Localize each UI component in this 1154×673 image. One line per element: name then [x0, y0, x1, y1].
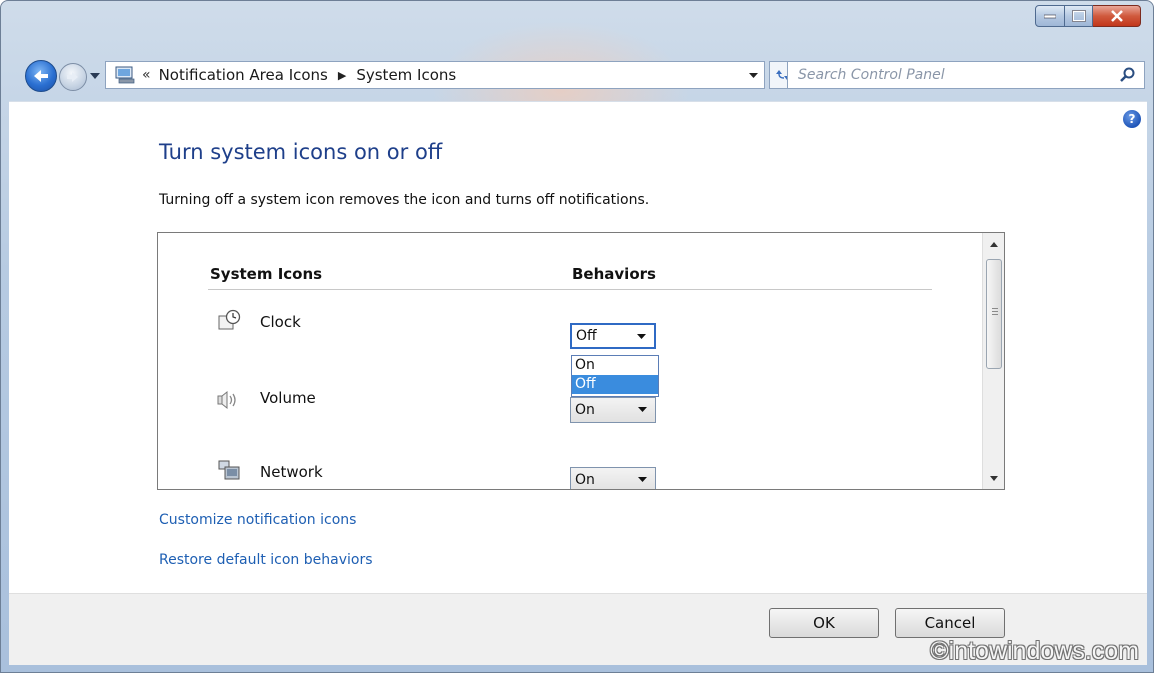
breadcrumb-item-system-icons[interactable]: System Icons — [356, 66, 456, 84]
volume-behavior-select[interactable]: On — [570, 397, 656, 423]
chevron-down-icon — [748, 72, 758, 78]
vertical-scrollbar[interactable] — [982, 233, 1004, 489]
breadcrumb-separator[interactable]: ▶ — [338, 69, 346, 82]
navigation-bar: « Notification Area Icons ▶ System Icons — [17, 59, 1145, 93]
search-input[interactable] — [798, 63, 1108, 87]
breadcrumb-item-notification-area-icons[interactable]: Notification Area Icons — [159, 66, 328, 84]
column-header-system-icons: System Icons — [210, 265, 323, 283]
maximize-button[interactable] — [1065, 5, 1093, 27]
volume-icon — [217, 390, 236, 410]
row-label-network: Network — [260, 463, 323, 481]
forward-button[interactable] — [59, 63, 87, 91]
scroll-up-button[interactable] — [983, 233, 1004, 255]
chevron-down-icon — [638, 407, 647, 412]
back-button[interactable] — [25, 60, 57, 92]
clock-behavior-value: Off — [576, 328, 597, 344]
chevron-down-icon — [989, 475, 998, 481]
watermark: ©intowindows.com — [930, 637, 1139, 665]
back-arrow-icon — [34, 70, 48, 82]
clock-behavior-select[interactable]: Off — [570, 323, 656, 349]
scrollbar-thumb[interactable] — [986, 259, 1002, 369]
network-icon — [218, 460, 240, 480]
row-label-volume: Volume — [260, 389, 316, 407]
chevron-down-icon — [90, 73, 100, 79]
volume-behavior-value: On — [575, 402, 595, 418]
help-icon[interactable]: ? — [1123, 110, 1141, 128]
customize-notification-icons-link[interactable]: Customize notification icons — [159, 512, 356, 528]
dialog-footer: OK Cancel ©intowindows.com — [9, 593, 1147, 665]
forward-arrow-icon — [67, 72, 78, 82]
ok-button[interactable]: OK — [769, 608, 879, 638]
dropdown-option-off[interactable]: Off — [572, 375, 658, 394]
system-icons-list: System Icons Behaviors Clock Off On Off — [157, 232, 1005, 490]
main-content: ? Turn system icons on or off Turning of… — [9, 101, 1147, 593]
network-behavior-select[interactable]: On — [570, 467, 656, 489]
breadcrumb-overflow[interactable]: « — [142, 67, 151, 83]
minimize-button[interactable] — [1035, 5, 1065, 27]
close-button[interactable] — [1093, 5, 1141, 27]
search-box[interactable] — [787, 61, 1145, 89]
chevron-down-icon — [637, 334, 646, 339]
row-label-clock: Clock — [260, 313, 301, 331]
page-title: Turn system icons on or off — [159, 140, 443, 164]
dropdown-option-on[interactable]: On — [572, 356, 658, 375]
minimize-icon — [1044, 14, 1056, 19]
scroll-down-button[interactable] — [983, 467, 1004, 489]
address-dropdown-button[interactable] — [742, 62, 764, 88]
behavior-dropdown-list: On Off — [571, 355, 659, 397]
header-divider — [208, 289, 932, 290]
control-panel-window: « Notification Area Icons ▶ System Icons — [0, 0, 1154, 673]
address-bar[interactable]: « Notification Area Icons ▶ System Icons — [105, 61, 765, 89]
recent-pages-button[interactable] — [89, 69, 101, 83]
control-panel-icon — [115, 66, 135, 84]
close-icon — [1110, 10, 1123, 22]
clock-icon — [218, 309, 241, 330]
caption-buttons — [1035, 5, 1141, 29]
page-description: Turning off a system icon removes the ic… — [159, 192, 650, 208]
cancel-button[interactable]: Cancel — [895, 608, 1005, 638]
chevron-down-icon — [638, 477, 647, 482]
scrollbar-grip — [992, 308, 998, 317]
chevron-up-icon — [989, 241, 998, 247]
network-behavior-value: On — [575, 472, 595, 488]
maximize-icon — [1071, 10, 1086, 22]
search-icon[interactable] — [1120, 67, 1136, 83]
restore-default-behaviors-link[interactable]: Restore default icon behaviors — [159, 552, 373, 568]
column-header-behaviors: Behaviors — [572, 265, 656, 283]
